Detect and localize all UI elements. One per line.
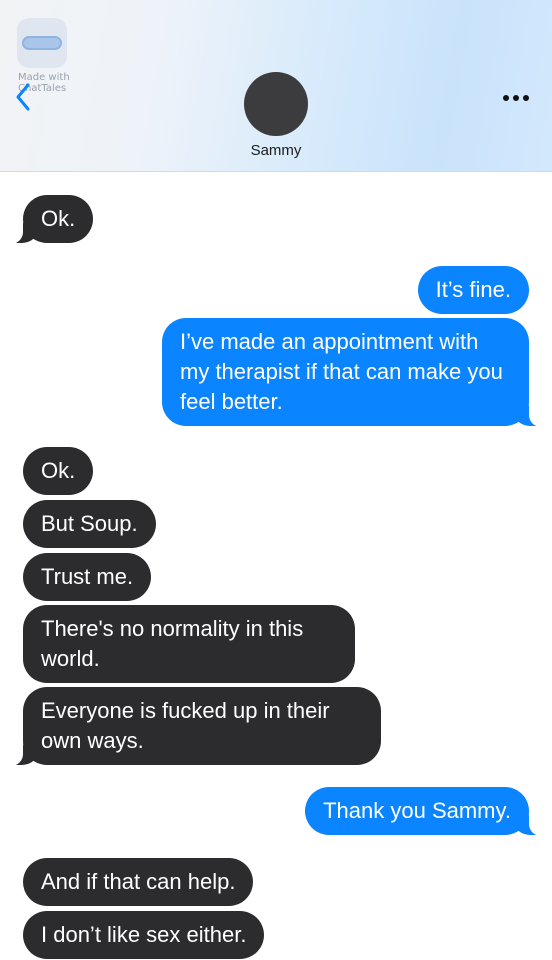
message-bubble-outgoing[interactable]: It’s fine. — [417, 266, 529, 314]
message-bubble-incoming[interactable]: Ok. — [8, 195, 94, 244]
message-bubble-incoming[interactable]: And if that can help. — [23, 858, 254, 906]
chat-bubble-logo-icon — [22, 36, 62, 50]
message-bubble-outgoing[interactable]: Thank you Sammy. — [305, 787, 543, 836]
back-button[interactable] — [8, 80, 38, 114]
message-bubble-incoming[interactable]: Everyone is fucked up in their own ways. — [9, 687, 381, 766]
conversation-header: Made with ChatTales Sammy — [0, 0, 552, 172]
message-bubble-incoming[interactable]: But Soup. — [23, 500, 156, 548]
message-bubble-outgoing[interactable]: I’ve made an appointment with my therapi… — [162, 318, 543, 427]
chevron-left-icon — [16, 83, 30, 111]
message-bubble-incoming[interactable]: Ok. — [23, 447, 94, 495]
message-bubble-incoming[interactable]: I don’t like sex either. — [23, 911, 265, 959]
message-bubble-incoming[interactable]: There's no normality in this world. — [23, 605, 355, 683]
ellipsis-icon — [503, 95, 529, 101]
contact-name[interactable]: Sammy — [176, 142, 376, 159]
contact-avatar[interactable] — [244, 72, 308, 136]
chattales-logo — [17, 18, 67, 68]
more-options-button[interactable] — [496, 86, 536, 110]
message-bubble-incoming[interactable]: Trust me. — [23, 553, 152, 601]
